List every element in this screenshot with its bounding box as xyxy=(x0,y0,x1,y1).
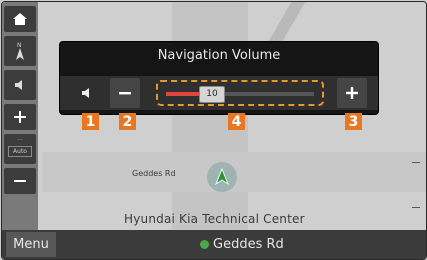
current-road-display: Geddes Rd xyxy=(200,234,284,254)
map-view[interactable]: Geddes Rd Hyundai Kia Technical Center xyxy=(2,2,426,259)
map-sound-button[interactable] xyxy=(4,70,36,100)
volume-slider-thumb[interactable]: 10 xyxy=(199,86,225,103)
mute-button[interactable] xyxy=(72,76,102,110)
navigation-screen: Geddes Rd Hyundai Kia Technical Center N xyxy=(1,1,427,260)
volume-down-button[interactable] xyxy=(110,78,140,108)
car-position-icon xyxy=(207,162,237,192)
svg-text:N: N xyxy=(17,42,22,49)
zoom-out-button[interactable] xyxy=(4,168,36,194)
navigation-volume-popup: Navigation Volume 10 xyxy=(60,42,378,114)
callout-2: 2 xyxy=(119,113,136,130)
popup-title: Navigation Volume xyxy=(157,48,281,63)
map-orientation-button[interactable]: N xyxy=(4,36,36,66)
menu-button[interactable]: Menu xyxy=(6,232,56,257)
home-button[interactable] xyxy=(4,6,36,32)
volume-up-button[interactable] xyxy=(337,78,367,108)
auto-label: Auto xyxy=(8,146,32,157)
volume-slider-fill xyxy=(166,92,203,96)
home-icon xyxy=(13,13,27,25)
current-road-label: Geddes Rd xyxy=(213,236,284,252)
callout-3: 3 xyxy=(345,113,362,130)
location-dot-icon xyxy=(200,239,209,249)
callout-4: 4 xyxy=(228,113,245,130)
auto-zoom-caption: ··· xyxy=(17,137,23,144)
volume-control-row: 10 xyxy=(60,76,378,110)
speaker-icon xyxy=(82,88,89,98)
zoom-in-icon xyxy=(14,111,26,123)
map-tick xyxy=(412,207,420,208)
auto-zoom-toggle[interactable]: ··· Auto xyxy=(4,134,36,164)
poi-label: Hyundai Kia Technical Center xyxy=(124,212,305,226)
callout-1: 1 xyxy=(82,113,99,130)
plus-icon xyxy=(346,87,358,99)
map-control-strip: N ··· Auto xyxy=(2,2,38,230)
volume-slider-area[interactable]: 10 xyxy=(156,80,324,106)
zoom-in-button[interactable] xyxy=(4,104,36,130)
north-icon: N xyxy=(16,42,24,60)
sound-icon xyxy=(15,80,22,90)
minus-icon xyxy=(119,92,131,95)
zoom-out-icon xyxy=(14,180,26,182)
street-label: Geddes Rd xyxy=(132,169,176,178)
map-tick xyxy=(412,162,420,163)
